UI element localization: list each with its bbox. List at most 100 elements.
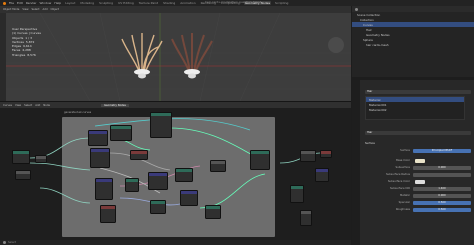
node[interactable] <box>100 205 116 223</box>
node-join-geometry[interactable] <box>250 150 270 170</box>
prop-value-field[interactable]: 0.000 <box>413 193 471 198</box>
surface-shader-row: Surface Principled BSDF <box>365 148 471 153</box>
3d-viewport[interactable] <box>0 13 351 101</box>
menu-help[interactable]: Help <box>54 1 61 5</box>
tab-sculpting[interactable]: Sculpting <box>98 1 114 5</box>
prop-value-field[interactable]: 0.500 <box>413 200 471 205</box>
prop-value-field[interactable] <box>413 172 471 177</box>
viewport-menu-view[interactable]: View <box>22 8 28 11</box>
node[interactable] <box>95 178 113 200</box>
menu-file[interactable]: File <box>9 1 14 5</box>
node[interactable] <box>15 170 31 180</box>
tab-scripting[interactable]: Scripting <box>274 1 289 5</box>
material-slot[interactable]: Material.002 <box>366 107 464 112</box>
node[interactable] <box>290 185 304 203</box>
tab-modeling[interactable]: Modeling <box>79 1 95 5</box>
prop-row: Subsurface 0.000 <box>365 165 471 170</box>
shader-selector[interactable]: Principled BSDF <box>413 148 471 153</box>
surface-label: Surface <box>400 149 410 152</box>
viewport-menu-add[interactable]: Add <box>43 8 48 11</box>
material-slot-label: Material.002 <box>369 107 387 112</box>
hair-cards-object-right[interactable] <box>162 29 222 79</box>
mode-dropdown[interactable]: Object Mode <box>3 8 19 11</box>
prop-label: Subsurface <box>395 166 410 169</box>
node[interactable] <box>180 190 198 206</box>
node[interactable] <box>150 200 166 214</box>
stats-line: Triangles 8,576 <box>12 52 36 57</box>
outliner-label: Hair <box>366 27 372 32</box>
prop-value-field[interactable]: 0.500 <box>413 207 471 212</box>
node-menu-view[interactable]: View <box>15 104 21 107</box>
filter-icon[interactable] <box>355 7 358 11</box>
node[interactable] <box>35 155 47 163</box>
navigation-gizmo[interactable] <box>328 37 344 53</box>
node-group-output[interactable] <box>300 150 316 162</box>
prop-row: Subsurface Radius <box>365 172 471 177</box>
prop-label: Subsurface IOR <box>390 187 410 190</box>
node-resample-curve[interactable] <box>110 125 132 141</box>
viewport-menu-object[interactable]: Object <box>51 8 59 11</box>
outliner-label: Scene Collection <box>357 12 381 17</box>
outliner-label: Sphere <box>363 37 373 42</box>
viewport-stats-overlay: User Perspective (1) Curves | Curves Obj… <box>12 27 41 57</box>
window-title: hair cards-modelation question.blend <box>205 0 262 4</box>
outliner-item[interactable]: hair cards-mesh <box>352 42 474 47</box>
viewport-menu-select[interactable]: Select <box>32 8 40 11</box>
node[interactable] <box>210 160 226 172</box>
node[interactable] <box>320 150 332 158</box>
tab-texture-paint[interactable]: Texture Paint <box>138 1 159 5</box>
prop-row: Subsurface IOR 1.400 <box>365 186 471 191</box>
node-menu-select[interactable]: Select <box>24 104 32 107</box>
node-set-position[interactable] <box>88 130 108 146</box>
menu-render[interactable]: Render <box>26 1 37 5</box>
surface-panel-label: Surface <box>365 142 375 145</box>
object-name-field[interactable]: Hair <box>365 89 471 94</box>
prop-label: Roughness <box>395 208 410 211</box>
status-bar: Select <box>0 240 351 245</box>
outliner[interactable]: Scene Collection Collection Curves Hair … <box>352 6 474 77</box>
node-menu-node[interactable]: Node <box>43 104 50 107</box>
subsurface-color-swatch[interactable] <box>415 179 425 184</box>
editor-type-dropdown[interactable]: Curves <box>3 104 12 107</box>
node[interactable] <box>205 205 221 219</box>
material-name-row: Hair <box>365 130 471 135</box>
node[interactable] <box>315 168 329 182</box>
tab-animation[interactable]: Animation <box>179 1 196 5</box>
prop-label: Subsurface Radius <box>385 173 410 176</box>
material-slot-label: Material <box>369 97 381 102</box>
node-realize-instances[interactable] <box>150 112 172 138</box>
prop-label: Specular <box>398 201 410 204</box>
properties-tabs[interactable] <box>352 80 360 245</box>
status-text: Select <box>8 241 17 244</box>
prop-label: Metallic <box>399 194 410 197</box>
base-color-swatch[interactable] <box>415 158 425 163</box>
mouse-icon <box>3 241 6 244</box>
tab-layout[interactable]: Layout <box>64 1 76 5</box>
object-name-row: Hair <box>365 89 471 94</box>
material-slot-list[interactable]: Material Material.001 Material.002 <box>365 96 465 120</box>
node[interactable] <box>130 150 148 160</box>
outliner-label: hair cards-mesh <box>366 42 389 47</box>
node-group-input[interactable] <box>12 150 30 164</box>
menu-edit[interactable]: Edit <box>17 1 23 5</box>
node[interactable] <box>300 210 312 226</box>
prop-row: Roughness 0.500 <box>365 207 471 212</box>
node[interactable] <box>175 168 193 182</box>
prop-value-field[interactable]: 0.000 <box>413 165 471 170</box>
tab-shading[interactable]: Shading <box>162 1 176 5</box>
outliner-label: Collection <box>360 17 374 22</box>
blender-logo-icon <box>3 1 6 5</box>
material-name-field[interactable]: Hair <box>365 130 471 135</box>
prop-label: Base Color <box>396 159 410 162</box>
node[interactable] <box>148 172 168 190</box>
viewport-toolbar[interactable] <box>0 13 6 101</box>
node-group-selector[interactable]: Geometry Nodes <box>101 103 129 107</box>
menu-window[interactable]: Window <box>40 1 52 5</box>
surface-panel-header[interactable]: Surface <box>365 141 471 146</box>
tab-uv-editing[interactable]: UV Editing <box>117 1 135 5</box>
node-curve-to-mesh[interactable] <box>90 148 110 168</box>
node-menu-add[interactable]: Add <box>35 104 40 107</box>
node[interactable] <box>125 178 139 192</box>
prop-row: Base Color <box>365 158 471 163</box>
prop-value-field[interactable]: 1.400 <box>413 186 471 191</box>
